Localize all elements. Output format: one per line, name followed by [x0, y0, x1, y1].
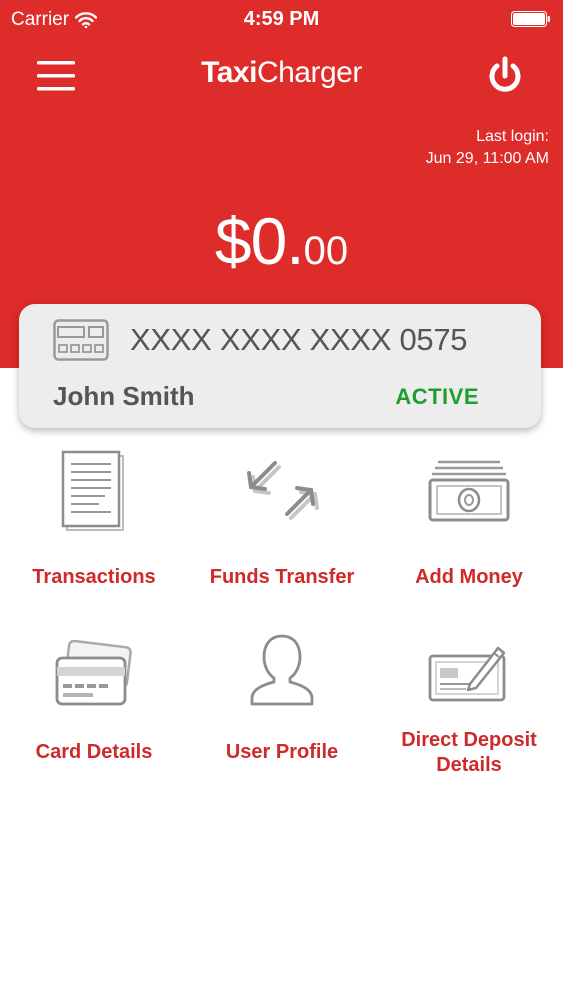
tile-user-profile-label: User Profile — [225, 741, 339, 763]
last-login-time: Jun 29, 11:00 AM — [425, 150, 549, 167]
cheque-pen-icon — [428, 646, 506, 702]
last-login-label: Last login: — [476, 128, 549, 145]
tile-transactions[interactable]: Transactions — [0, 440, 188, 620]
tile-direct-deposit-label: Direct Deposit Details — [375, 728, 563, 778]
credit-card-icon — [55, 640, 132, 706]
brand-part-charger: Charger — [256, 56, 362, 89]
clock: 4:59 PM — [243, 8, 320, 30]
tile-user-profile[interactable]: User Profile — [188, 630, 376, 810]
power-icon — [489, 56, 521, 92]
card-status-badge: ACTIVE — [395, 384, 479, 409]
status-bar: Carrier 4:59 PM — [0, 0, 563, 40]
tile-funds-transfer[interactable]: Funds Transfer — [188, 440, 376, 620]
direct-deposit-label-line1: Direct Deposit — [401, 729, 537, 751]
balance-cents: 00 — [303, 229, 349, 273]
card-number: XXXX XXXX XXXX 0575 — [130, 322, 468, 357]
transfer-arrows-icon — [247, 461, 319, 520]
cash-stack-icon — [428, 460, 510, 522]
card-holder-name: John Smith — [53, 381, 195, 411]
battery-icon — [511, 11, 550, 27]
app-logo: TaxiCharger — [0, 56, 563, 90]
tile-card-details[interactable]: Card Details — [0, 630, 188, 810]
balance-dollars: $0. — [214, 204, 305, 278]
tile-add-money-label: Add Money — [415, 566, 523, 588]
card-summary[interactable]: XXXX XXXX XXXX 0575 John Smith ACTIVE — [19, 304, 541, 428]
card-chip-icon — [53, 319, 109, 361]
last-login-info: Last login: Jun 29, 11:00 AM — [426, 126, 549, 170]
direct-deposit-label-line2: Details — [436, 754, 502, 776]
account-balance: $0.00 — [0, 203, 563, 279]
tile-funds-transfer-label: Funds Transfer — [209, 566, 355, 588]
document-icon — [61, 450, 124, 531]
tile-add-money[interactable]: Add Money — [375, 440, 563, 620]
nav-bar: TaxiCharger — [0, 48, 563, 104]
brand-part-taxi: Taxi — [201, 56, 257, 89]
user-silhouette-icon — [250, 634, 314, 706]
tile-direct-deposit[interactable]: Direct Deposit Details — [375, 630, 563, 810]
tile-card-details-label: Card Details — [35, 741, 153, 763]
logout-button[interactable] — [483, 54, 527, 98]
tile-transactions-label: Transactions — [32, 566, 156, 588]
